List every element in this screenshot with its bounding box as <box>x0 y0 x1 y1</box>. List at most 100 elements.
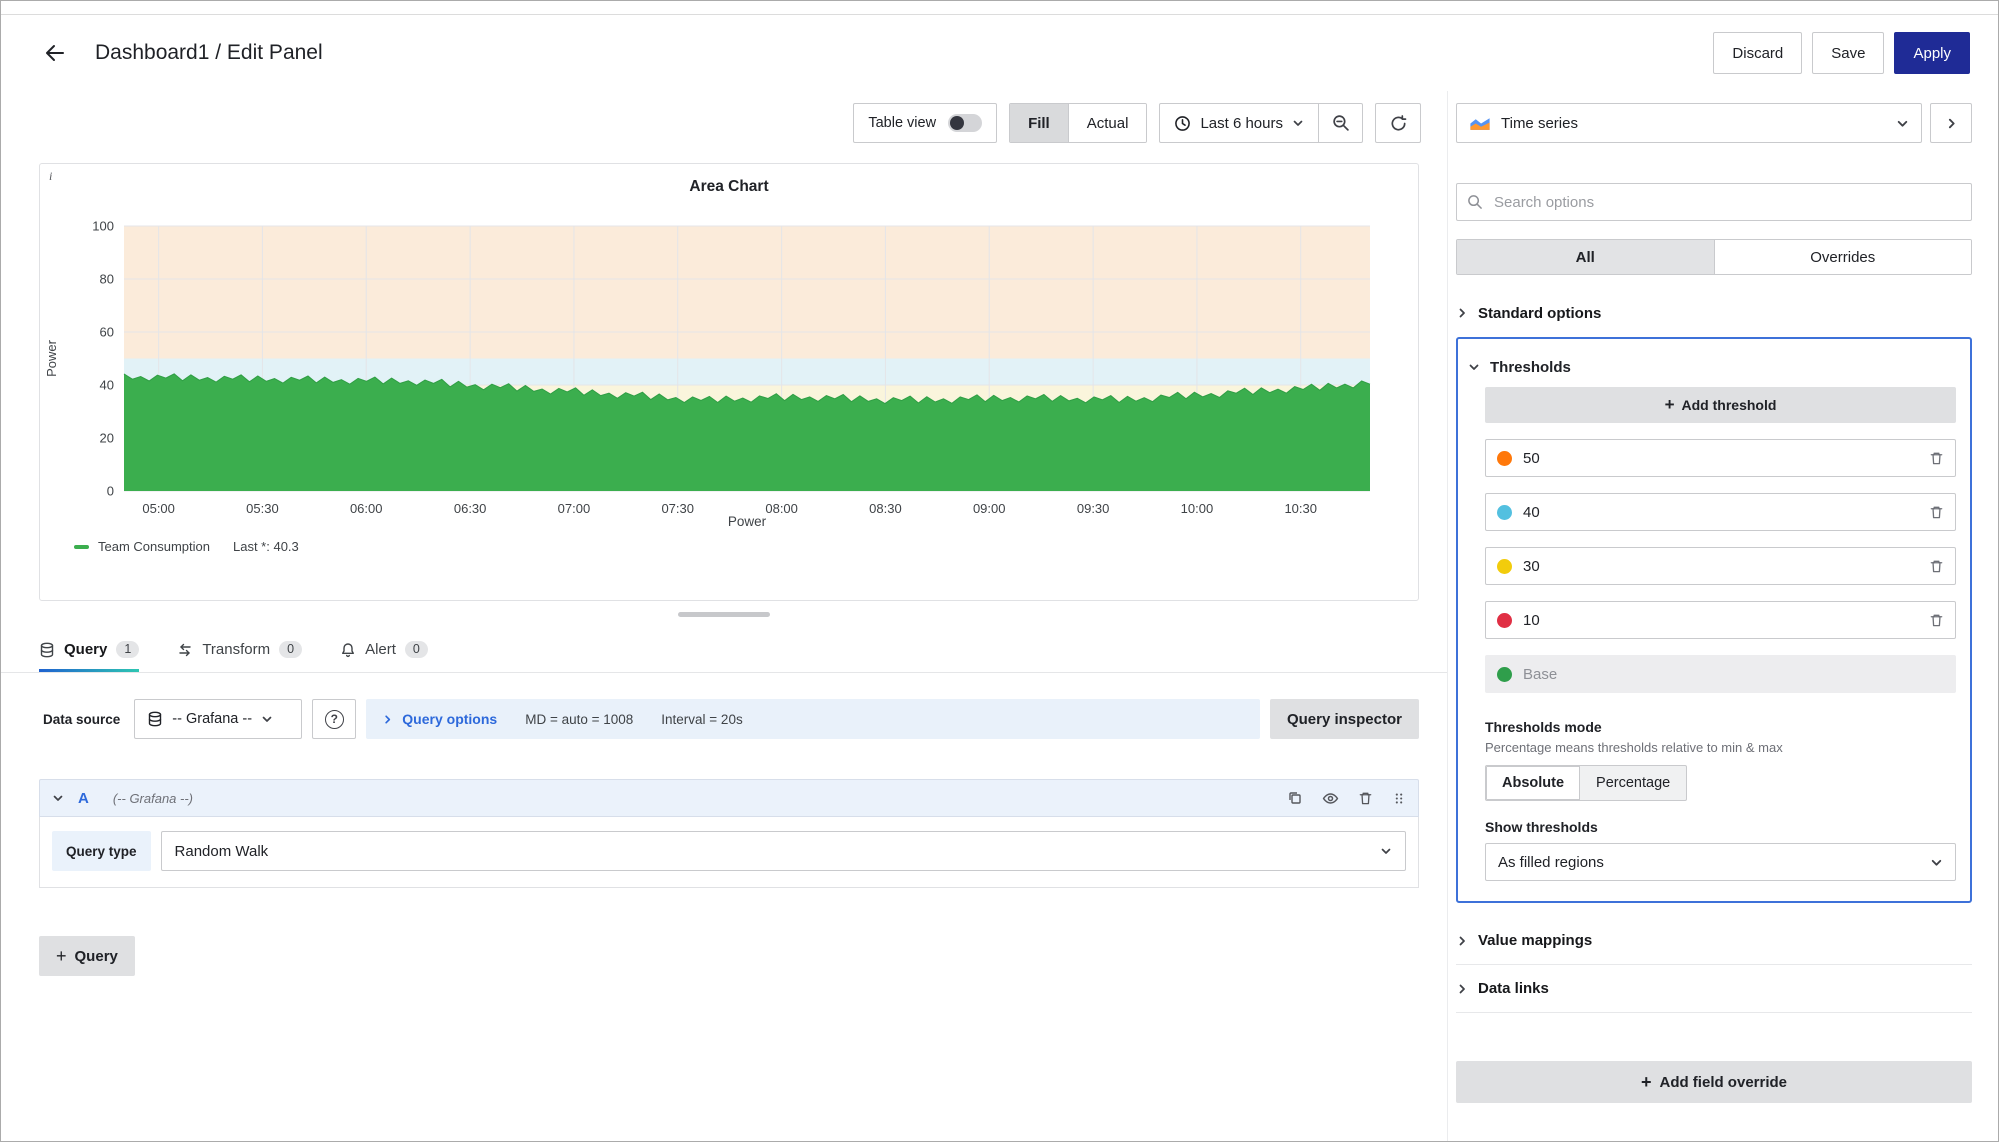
threshold-value[interactable]: 30 <box>1523 558 1540 575</box>
legend-series-swatch <box>74 545 89 549</box>
discard-button[interactable]: Discard <box>1713 32 1802 74</box>
search-icon <box>1467 194 1483 210</box>
trash-icon[interactable] <box>1929 504 1944 520</box>
drag-handle-icon[interactable] <box>1392 791 1406 806</box>
tab-alert-count: 0 <box>405 641 428 658</box>
save-button[interactable]: Save <box>1812 32 1884 74</box>
tab-transform-count: 0 <box>279 641 302 658</box>
threshold-color-dot[interactable] <box>1497 667 1512 682</box>
threshold-color-dot[interactable] <box>1497 559 1512 574</box>
query-options-toggle[interactable]: Query options <box>382 711 497 727</box>
tab-transform[interactable]: Transform 0 <box>177 627 302 672</box>
trash-icon[interactable] <box>1358 790 1373 806</box>
threshold-value[interactable]: 40 <box>1523 504 1540 521</box>
thresholds-header[interactable]: Thresholds <box>1468 347 1956 387</box>
show-thresholds-select[interactable]: As filled regions <box>1485 843 1956 881</box>
eye-icon[interactable] <box>1322 790 1339 807</box>
percentage-mode-button[interactable]: Percentage <box>1580 766 1686 800</box>
query-type-label: Query type <box>52 831 151 871</box>
svg-text:06:00: 06:00 <box>350 501 383 514</box>
splitter-handle[interactable] <box>678 612 770 617</box>
collapse-sidebar-button[interactable] <box>1930 103 1972 143</box>
tab-transform-label: Transform <box>202 641 270 658</box>
tab-all[interactable]: All <box>1457 240 1714 274</box>
tab-alert[interactable]: Alert 0 <box>340 627 428 672</box>
datasource-help-button[interactable]: ? <box>312 699 356 739</box>
transform-icon <box>177 642 193 658</box>
threshold-list: 50 40 30 10 Base <box>1485 439 1956 693</box>
trash-icon[interactable] <box>1929 612 1944 628</box>
zoom-out-icon <box>1332 114 1350 132</box>
trash-icon[interactable] <box>1929 450 1944 466</box>
query-type-select[interactable]: Random Walk <box>161 831 1406 871</box>
tab-overrides[interactable]: Overrides <box>1714 240 1972 274</box>
datasource-picker[interactable]: -- Grafana -- <box>134 699 302 739</box>
display-mode-switch: Fill Actual <box>1009 103 1147 143</box>
threshold-row[interactable]: 10 <box>1485 601 1956 639</box>
panel-info-icon[interactable]: i <box>49 169 52 184</box>
svg-text:10:00: 10:00 <box>1181 501 1214 514</box>
editor-tabs: Query 1 Transform 0 Alert 0 <box>1 627 1447 673</box>
add-query-button[interactable]: + Query <box>39 936 135 976</box>
zoom-out-button[interactable] <box>1318 104 1362 142</box>
svg-text:06:30: 06:30 <box>454 501 487 514</box>
threshold-row[interactable]: 30 <box>1485 547 1956 585</box>
threshold-row[interactable]: Base <box>1485 655 1956 693</box>
back-button[interactable] <box>37 35 73 71</box>
add-field-override-button[interactable]: + Add field override <box>1456 1061 1972 1103</box>
table-view-label: Table view <box>868 115 936 131</box>
show-thresholds-label: Show thresholds <box>1485 819 1956 835</box>
section-data-links[interactable]: Data links <box>1456 965 1972 1013</box>
time-range-label: Last 6 hours <box>1200 115 1283 132</box>
query-ref-id: A <box>78 790 89 807</box>
section-value-mappings[interactable]: Value mappings <box>1456 917 1972 965</box>
threshold-value[interactable]: 10 <box>1523 612 1540 629</box>
chevron-down-icon <box>1292 117 1304 129</box>
x-axis-label: Power <box>124 514 1370 529</box>
threshold-row[interactable]: 50 <box>1485 439 1956 477</box>
add-query-label: Query <box>75 948 118 965</box>
actual-button[interactable]: Actual <box>1068 104 1147 142</box>
add-threshold-button[interactable]: + Add threshold <box>1485 387 1956 423</box>
area-chart: 02040608010005:0005:3006:0006:3007:0007:… <box>40 196 1380 514</box>
threshold-value[interactable]: 50 <box>1523 450 1540 467</box>
window-chrome-strip <box>1 1 1998 15</box>
threshold-row[interactable]: 40 <box>1485 493 1956 531</box>
visualization-picker[interactable]: Time series <box>1456 103 1922 143</box>
threshold-color-dot[interactable] <box>1497 613 1512 628</box>
apply-button[interactable]: Apply <box>1894 32 1970 74</box>
query-options-bar: Query options MD = auto = 1008 Interval … <box>366 699 1260 739</box>
panel-splitter <box>1 601 1447 627</box>
chevron-down-icon[interactable] <box>52 792 64 804</box>
query-inspector-button[interactable]: Query inspector <box>1270 699 1419 739</box>
arrow-left-icon <box>43 41 67 65</box>
refresh-button[interactable] <box>1375 103 1421 143</box>
svg-text:09:00: 09:00 <box>973 501 1006 514</box>
absolute-mode-button[interactable]: Absolute <box>1486 766 1580 800</box>
query-row-header[interactable]: A (-- Grafana --) <box>39 779 1419 817</box>
panel-preview[interactable]: i Area Chart 02040608010005:0005:3006:00… <box>39 163 1419 601</box>
add-field-override-label: Add field override <box>1659 1074 1787 1091</box>
section-standard-options[interactable]: Standard options <box>1456 291 1972 335</box>
trash-icon[interactable] <box>1929 558 1944 574</box>
app-header: Dashboard1 / Edit Panel Discard Save App… <box>1 15 1998 91</box>
svg-text:07:30: 07:30 <box>661 501 694 514</box>
threshold-color-dot[interactable] <box>1497 505 1512 520</box>
options-search[interactable] <box>1456 183 1972 221</box>
svg-text:100: 100 <box>92 219 114 234</box>
chart-legend[interactable]: Team Consumption Last *: 40.3 <box>74 539 1418 554</box>
thresholds-mode-label: Thresholds mode <box>1485 719 1956 735</box>
value-mappings-label: Value mappings <box>1478 932 1592 949</box>
duplicate-icon[interactable] <box>1287 790 1303 806</box>
time-range-picker[interactable]: Last 6 hours <box>1160 104 1318 142</box>
legend-series-name[interactable]: Team Consumption <box>98 539 210 554</box>
search-input[interactable] <box>1492 193 1961 212</box>
threshold-value[interactable]: Base <box>1523 666 1557 683</box>
fill-button[interactable]: Fill <box>1010 104 1068 142</box>
threshold-color-dot[interactable] <box>1497 451 1512 466</box>
options-sidebar: Time series All <box>1447 91 1998 1142</box>
svg-text:80: 80 <box>100 272 114 287</box>
tab-query-label: Query <box>64 641 107 658</box>
table-view-toggle[interactable] <box>948 114 982 132</box>
tab-query[interactable]: Query 1 <box>39 627 139 672</box>
